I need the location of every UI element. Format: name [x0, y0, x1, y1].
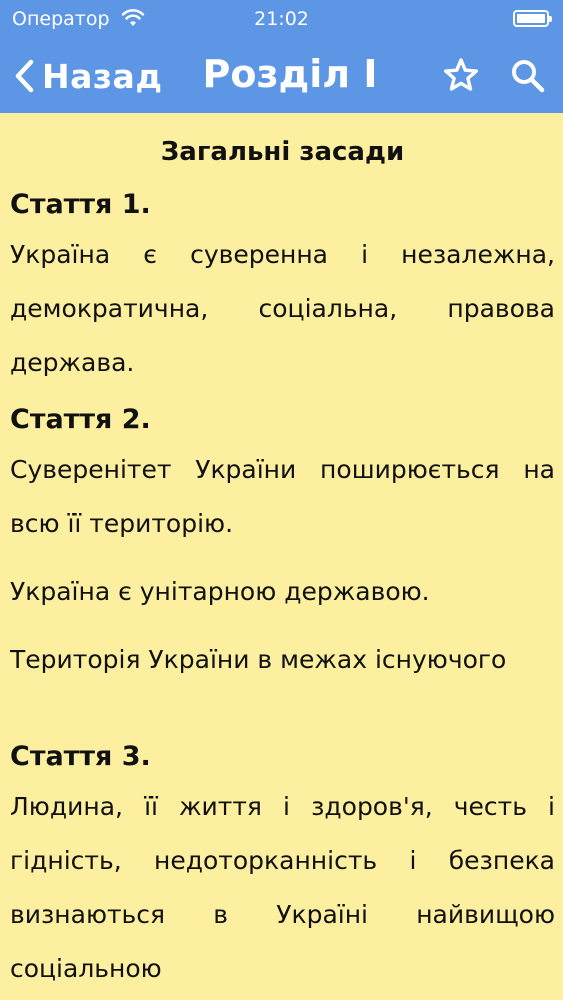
app-header: Оператор 21:02 Назад Розділ I: [0, 0, 563, 113]
back-button[interactable]: Назад: [12, 54, 162, 98]
article-heading: Стаття 1.: [10, 189, 151, 220]
back-button-label: Назад: [42, 56, 163, 96]
status-time: 21:02: [254, 8, 309, 30]
navigation-bar: Назад Розділ I: [0, 40, 563, 113]
article-heading: Стаття 2.: [10, 404, 151, 435]
article-paragraph: Україна є суверенна і незалежна, демокра…: [10, 240, 555, 377]
page-title: Розділ I: [202, 52, 378, 96]
article-paragraph: Людина, її життя і здоров'я, честь і гід…: [10, 792, 555, 983]
article: Стаття 3. Людина, її життя і здоров'я, ч…: [10, 741, 555, 996]
chevron-left-icon: [15, 59, 34, 93]
article: Стаття 1. Україна є суверенна і незалежн…: [10, 189, 555, 390]
article-paragraph: Суверенітет України поширюється на всю ї…: [10, 455, 555, 538]
status-bar: Оператор 21:02: [0, 0, 563, 38]
article-paragraph: Територія України в межах існуючого: [10, 645, 507, 674]
search-icon[interactable]: [509, 57, 547, 95]
article-heading: Стаття 3.: [10, 741, 151, 772]
article: Стаття 2. Суверенітет України поширюєтьс…: [10, 404, 555, 687]
section-title: Загальні засади: [160, 137, 405, 167]
article-paragraph: Україна є унітарною державою.: [10, 577, 430, 606]
document-content: Загальні засади Стаття 1. Україна є суве…: [10, 113, 555, 1000]
star-icon[interactable]: [443, 57, 479, 93]
battery-icon: [513, 10, 552, 27]
